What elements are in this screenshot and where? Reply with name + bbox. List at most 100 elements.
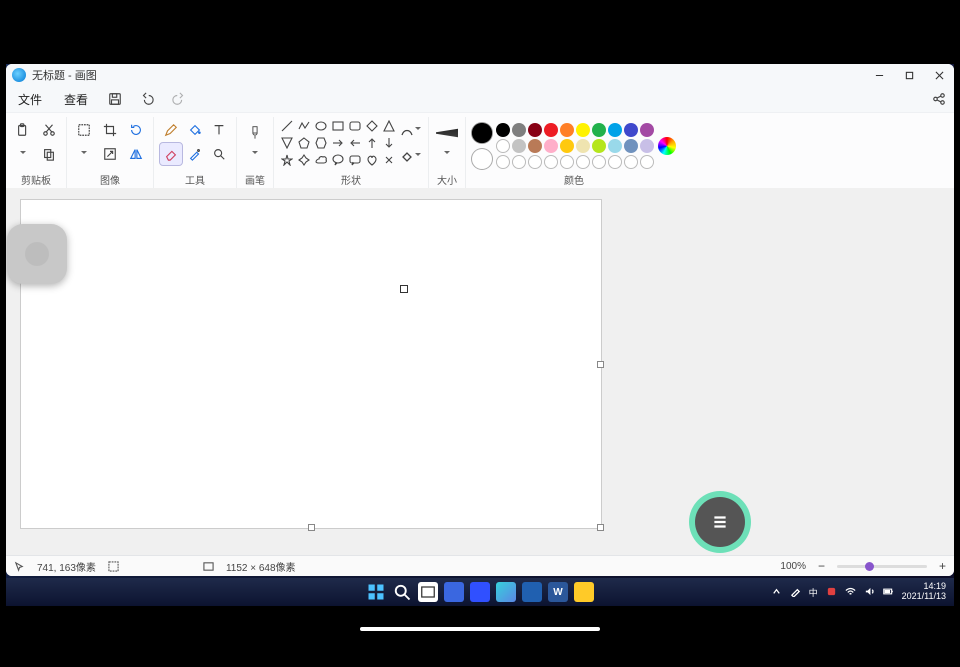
assistive-touch-overlay[interactable]: [7, 224, 67, 284]
color-swatch[interactable]: [512, 123, 526, 137]
tray-ime[interactable]: 中: [809, 586, 818, 599]
undo-button[interactable]: [138, 90, 156, 108]
color-swatch[interactable]: [640, 155, 654, 169]
tray-pen-icon[interactable]: [790, 586, 801, 599]
resize-handle-bottom[interactable]: [308, 524, 315, 531]
color-swatch[interactable]: [544, 155, 558, 169]
zoom-in-button[interactable]: +: [939, 559, 946, 573]
floating-menu-button[interactable]: [695, 497, 745, 547]
color-swatch[interactable]: [624, 139, 638, 153]
pencil-tool[interactable]: [160, 119, 182, 141]
taskbar-edge[interactable]: [496, 582, 516, 602]
resize-handle-corner[interactable]: [597, 524, 604, 531]
brush-button[interactable]: [243, 119, 267, 147]
copy-button[interactable]: [38, 143, 60, 165]
tray-volume-icon[interactable]: [864, 586, 875, 599]
eraser-tool[interactable]: [160, 143, 182, 165]
color-picker-tool[interactable]: [184, 143, 206, 165]
color-swatch[interactable]: [576, 139, 590, 153]
color-swatch[interactable]: [560, 123, 574, 137]
menu-view[interactable]: 查看: [60, 89, 92, 110]
crop-button[interactable]: [99, 119, 121, 141]
select-button[interactable]: [73, 119, 95, 141]
shapes-gallery[interactable]: [280, 119, 396, 167]
edit-colors-button[interactable]: [658, 137, 676, 155]
canvas[interactable]: [21, 200, 601, 528]
resize-handle-right[interactable]: [597, 361, 604, 368]
group-brushes: 画笔: [237, 117, 274, 189]
color-swatch[interactable]: [528, 155, 542, 169]
color-swatch[interactable]: [576, 123, 590, 137]
color-swatch[interactable]: [496, 139, 510, 153]
color-swatch[interactable]: [608, 139, 622, 153]
color-swatch[interactable]: [544, 123, 558, 137]
tray-clock[interactable]: 14:19 2021/11/13: [902, 582, 946, 602]
color-swatch[interactable]: [560, 155, 574, 169]
color-swatch[interactable]: [528, 139, 542, 153]
menu-file[interactable]: 文件: [14, 89, 46, 110]
paste-dropdown[interactable]: [12, 143, 34, 165]
zoom-slider[interactable]: [837, 565, 927, 568]
color-swatch[interactable]: [592, 139, 606, 153]
size-button[interactable]: [435, 119, 459, 147]
color2-swatch[interactable]: [472, 149, 492, 169]
share-button[interactable]: [930, 90, 948, 108]
tray-expand-icon[interactable]: [771, 586, 782, 599]
color-swatch[interactable]: [624, 155, 638, 169]
tray-wifi-icon[interactable]: [845, 586, 856, 599]
taskbar-explorer[interactable]: [574, 582, 594, 602]
flip-button[interactable]: [125, 143, 147, 165]
minimize-button[interactable]: [864, 64, 894, 86]
tray-app-icon[interactable]: [826, 586, 837, 599]
search-button[interactable]: [392, 582, 412, 602]
text-tool[interactable]: [208, 119, 230, 141]
brush-dropdown[interactable]: [244, 149, 266, 159]
color-swatch[interactable]: [512, 155, 526, 169]
redo-button[interactable]: [170, 90, 188, 108]
color1-swatch[interactable]: [472, 123, 492, 143]
color-swatch[interactable]: [592, 155, 606, 169]
start-button[interactable]: [366, 582, 386, 602]
save-button[interactable]: [106, 90, 124, 108]
taskbar-word[interactable]: W: [548, 582, 568, 602]
shape-outline-dropdown[interactable]: [400, 119, 422, 141]
paste-button[interactable]: [12, 119, 34, 141]
paint-app-icon: [12, 68, 26, 82]
size-dropdown[interactable]: [436, 149, 458, 159]
color-swatch[interactable]: [544, 139, 558, 153]
color-palette[interactable]: [496, 123, 654, 169]
fill-tool[interactable]: [184, 119, 206, 141]
taskbar-app-1[interactable]: [444, 582, 464, 602]
tray-battery-icon[interactable]: [883, 586, 894, 599]
select-dropdown[interactable]: [73, 143, 95, 165]
rotate-button[interactable]: [125, 119, 147, 141]
titlebar[interactable]: 无标题 - 画图: [6, 64, 954, 86]
cut-button[interactable]: [38, 119, 60, 141]
color-swatch[interactable]: [624, 123, 638, 137]
color-swatch[interactable]: [640, 139, 654, 153]
magnifier-tool[interactable]: [208, 143, 230, 165]
taskbar-app-2[interactable]: [470, 582, 490, 602]
zoom-out-button[interactable]: −: [818, 559, 825, 573]
color-swatch[interactable]: [496, 155, 510, 169]
color-swatch[interactable]: [576, 155, 590, 169]
close-button[interactable]: [924, 64, 954, 86]
home-indicator[interactable]: [360, 627, 600, 631]
taskbar-app-3[interactable]: [522, 582, 542, 602]
taskbar[interactable]: W 中 14:19 2021/11/13: [6, 578, 954, 606]
color-swatch[interactable]: [592, 123, 606, 137]
maximize-button[interactable]: [894, 64, 924, 86]
taskview-button[interactable]: [418, 582, 438, 602]
group-size: 大小: [429, 117, 466, 189]
color-swatch[interactable]: [608, 155, 622, 169]
color-swatch[interactable]: [528, 123, 542, 137]
system-tray[interactable]: 中 14:19 2021/11/13: [771, 578, 946, 606]
shape-fill-dropdown[interactable]: [400, 145, 422, 167]
color-swatch[interactable]: [496, 123, 510, 137]
color-swatch[interactable]: [560, 139, 574, 153]
color-swatch[interactable]: [608, 123, 622, 137]
canvas-scroll-area[interactable]: [6, 188, 954, 556]
resize-button[interactable]: [99, 143, 121, 165]
color-swatch[interactable]: [512, 139, 526, 153]
color-swatch[interactable]: [640, 123, 654, 137]
